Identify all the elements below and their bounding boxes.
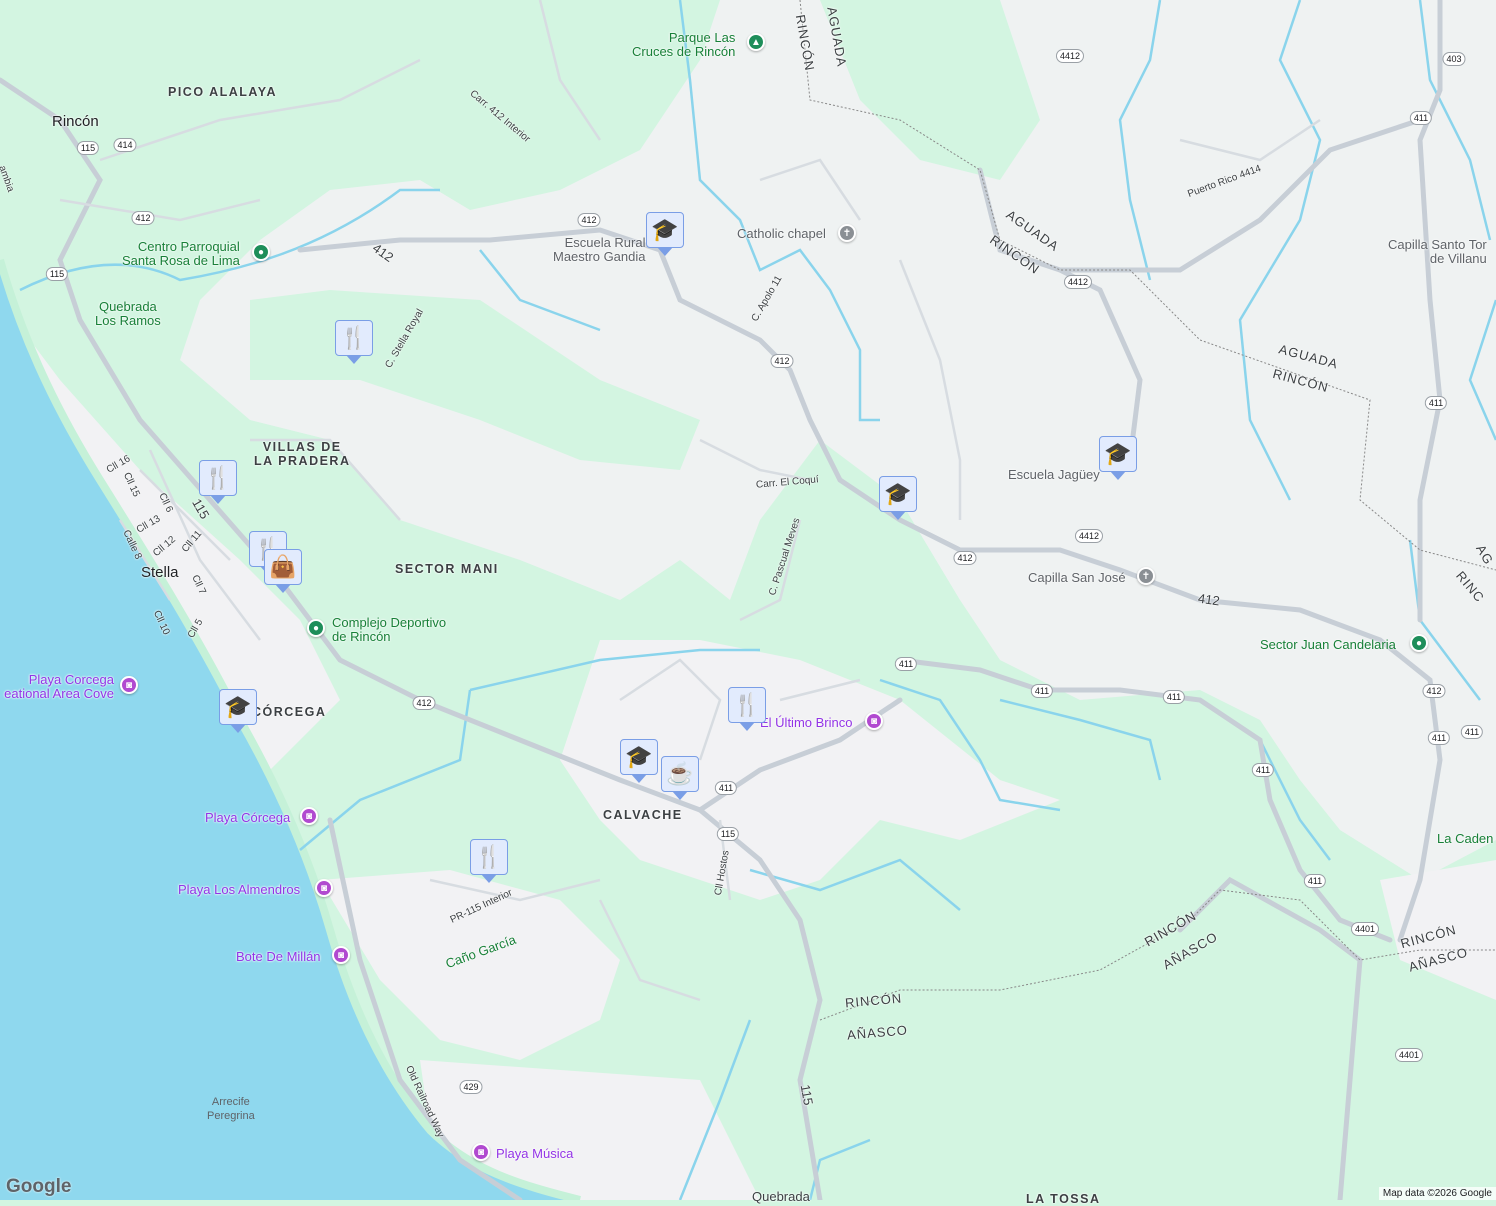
label-playa-almendros[interactable]: Playa Los Almendros — [178, 883, 300, 897]
route-shield: 4401 — [1395, 1048, 1423, 1062]
label-centro-parroquial[interactable]: Centro Parroquial Santa Rosa de Lima — [122, 240, 240, 268]
route-shield: 412 — [1422, 684, 1445, 698]
restaurant-icon[interactable]: 🍴 — [335, 320, 373, 356]
school-icon[interactable]: 🎓 — [219, 689, 257, 725]
label-catholic-chapel[interactable]: Catholic chapel — [737, 227, 826, 241]
route-shield: 411 — [1252, 763, 1274, 777]
label-parque[interactable]: Parque Las Cruces de Rincón — [632, 31, 735, 59]
label-sector-juan[interactable]: Sector Juan Candelaria — [1260, 638, 1396, 652]
label-calvache: CALVACHE — [603, 808, 683, 822]
label-corcega: CÓRCEGA — [252, 705, 326, 719]
label-escuela-rural[interactable]: Escuela Rural Maestro Gandia — [553, 236, 646, 264]
route-shield: 4412 — [1056, 49, 1084, 63]
route-shield: 411 — [1425, 396, 1447, 410]
route-shield: 411 — [895, 657, 917, 671]
label-playa-corcega[interactable]: Playa Córcega — [205, 811, 290, 825]
route-shield: 4401 — [1351, 922, 1379, 936]
route-shield: 412 — [770, 354, 793, 368]
label-la-cadena: La Caden — [1437, 832, 1493, 846]
route-shield: 412 — [131, 211, 154, 225]
route-shield: 115 — [46, 267, 68, 281]
park-icon[interactable]: ● — [307, 619, 325, 637]
park-icon[interactable]: ● — [1410, 634, 1428, 652]
restaurant-icon[interactable]: 🍴 — [199, 460, 237, 496]
label-quebrada-bottom: Quebrada — [752, 1190, 810, 1204]
camera-icon[interactable]: ◙ — [120, 676, 138, 694]
camera-icon[interactable]: ◙ — [315, 879, 333, 897]
label-capilla-san-jose[interactable]: Capilla San José — [1028, 571, 1126, 585]
route-shield: 115 — [717, 827, 739, 841]
google-logo[interactable]: Google — [6, 1176, 71, 1198]
school-icon[interactable]: 🎓 — [646, 212, 684, 248]
park-icon[interactable]: ● — [252, 243, 270, 261]
shopping-bag-icon[interactable]: 👜 — [264, 549, 302, 585]
route-shield: 4412 — [1064, 275, 1092, 289]
route-shield: 4412 — [1075, 529, 1103, 543]
camera-icon[interactable]: ◙ — [865, 712, 883, 730]
route-shield: 411 — [715, 781, 737, 795]
map-attribution[interactable]: Map data ©2026 Google — [1379, 1187, 1496, 1200]
route-shield: 411 — [1031, 684, 1053, 698]
label-playa-corcega-cove[interactable]: Playa Corcega eational Area Cove — [0, 673, 114, 701]
route-shield: 411 — [1163, 690, 1185, 704]
label-villas-pradera: VILLAS DE LA PRADERA — [254, 440, 350, 468]
route-shield: 412 — [577, 213, 600, 227]
route-shield: 411 — [1461, 725, 1483, 739]
label-route-412: 412 — [1197, 592, 1220, 609]
route-shield: 411 — [1304, 874, 1326, 888]
label-stella: Stella — [141, 566, 179, 580]
camera-icon[interactable]: ◙ — [472, 1143, 490, 1161]
label-rincon-city: Rincón — [52, 115, 99, 129]
route-shield: 412 — [412, 696, 435, 710]
route-shield: 412 — [953, 551, 976, 565]
cafe-icon[interactable]: ☕ — [661, 756, 699, 792]
label-arrecife: Arrecife Peregrina — [207, 1095, 255, 1123]
restaurant-icon[interactable]: 🍴 — [728, 687, 766, 723]
label-pico-alalaya: PICO ALALAYA — [168, 85, 277, 99]
church-icon[interactable]: ✝ — [1137, 567, 1155, 585]
park-icon[interactable]: ▲ — [747, 33, 765, 51]
label-route-115: 115 — [798, 1084, 815, 1107]
label-la-tossa: LA TOSSA — [1026, 1192, 1101, 1206]
route-shield: 429 — [459, 1080, 482, 1094]
school-icon[interactable]: 🎓 — [620, 739, 658, 775]
school-icon[interactable]: 🎓 — [879, 476, 917, 512]
school-icon[interactable]: 🎓 — [1099, 436, 1137, 472]
label-escuela-jaguey[interactable]: Escuela Jagüey — [1008, 468, 1100, 482]
route-shield: 411 — [1410, 111, 1432, 125]
label-capilla-santo[interactable]: Capilla Santo Tor de Villanu — [1388, 238, 1487, 266]
label-sector-mani: SECTOR MANI — [395, 562, 499, 576]
map-canvas[interactable] — [0, 0, 1496, 1200]
route-shield: 403 — [1442, 52, 1465, 66]
church-icon[interactable]: ✝ — [838, 224, 856, 242]
label-bote-millan[interactable]: Bote De Millán — [236, 950, 321, 964]
route-shield: 411 — [1428, 731, 1450, 745]
label-playa-musica[interactable]: Playa Música — [496, 1147, 573, 1161]
label-ultimo-brinco[interactable]: El Último Brinco — [760, 716, 852, 730]
camera-icon[interactable]: ◙ — [332, 946, 350, 964]
label-complejo[interactable]: Complejo Deportivo de Rincón — [332, 616, 446, 644]
label-quebrada: Quebrada Los Ramos — [95, 300, 161, 328]
camera-icon[interactable]: ◙ — [300, 807, 318, 825]
route-shield: 115 — [77, 141, 99, 155]
route-shield: 414 — [113, 138, 136, 152]
restaurant-icon[interactable]: 🍴 — [470, 839, 508, 875]
